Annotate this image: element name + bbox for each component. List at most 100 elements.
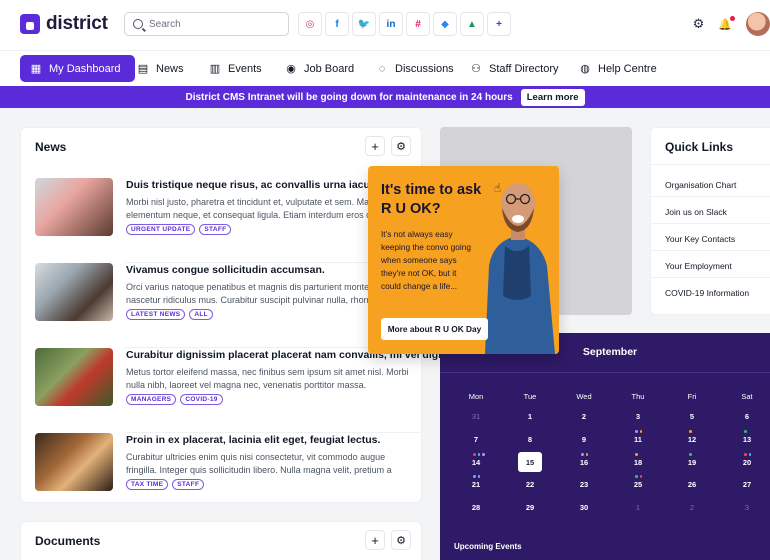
weekday-label: Thu: [631, 392, 645, 401]
calendar-day[interactable]: 21: [456, 480, 496, 489]
calendar-day[interactable]: 3: [727, 503, 767, 512]
more-about-ruok-button[interactable]: More about R U OK Day: [381, 318, 488, 340]
nav-help-centre[interactable]: ◍ Help Centre: [579, 55, 657, 82]
calendar-day[interactable]: 5: [672, 412, 712, 421]
nav-label: My Dashboard: [49, 62, 121, 75]
calendar-day[interactable]: 27: [727, 480, 767, 489]
nav-label: News: [156, 62, 184, 75]
calendar-day[interactable]: 13: [727, 435, 767, 444]
news-tag[interactable]: URGENT UPDATE: [126, 224, 196, 235]
calendar-day[interactable]: 18: [618, 458, 658, 467]
calendar-day[interactable]: 28: [456, 503, 496, 512]
weekday-label: Tue: [523, 392, 537, 401]
nav-my-dashboard[interactable]: ▦ My Dashboard: [20, 55, 135, 82]
search-input[interactable]: Search: [124, 12, 289, 36]
news-tag[interactable]: COVID-19: [180, 394, 223, 405]
add-news-button[interactable]: +: [365, 136, 385, 156]
calendar-day[interactable]: 22: [510, 480, 550, 489]
linkedin-icon[interactable]: in: [379, 12, 403, 36]
nav-job-board[interactable]: ◉ Job Board: [285, 55, 354, 82]
nav-label: Staff Directory: [489, 62, 559, 75]
news-thumbnail: [35, 348, 113, 406]
twitter-icon[interactable]: 🐦: [352, 12, 376, 36]
calendar-day[interactable]: 11: [618, 435, 658, 444]
calendar-day[interactable]: 20: [727, 458, 767, 467]
add-document-button[interactable]: +: [365, 530, 385, 550]
news-tag[interactable]: TAX TIME: [126, 479, 169, 490]
calendar-day[interactable]: 2: [564, 412, 604, 421]
add-app-icon[interactable]: +: [487, 12, 511, 36]
calendar-day[interactable]: 23: [564, 480, 604, 489]
calendar-day[interactable]: 19: [672, 458, 712, 467]
google-drive-icon[interactable]: ▲: [460, 12, 484, 36]
facebook-icon[interactable]: f: [325, 12, 349, 36]
calendar-day[interactable]: 29: [510, 503, 550, 512]
news-settings-button[interactable]: ⚙: [391, 136, 411, 156]
nav-news[interactable]: ▤ News: [137, 55, 184, 82]
plus-icon: +: [371, 532, 379, 548]
calendar-day[interactable]: 30: [564, 503, 604, 512]
quick-link[interactable]: Your Employment: [651, 251, 770, 278]
calendar-day[interactable]: 8: [510, 435, 550, 444]
quick-link[interactable]: Your Key Contacts: [651, 224, 770, 251]
ruok-popup: It's time to ask R U OK? It's not always…: [368, 166, 559, 354]
top-right-tools: ⚙ 🔔: [693, 12, 770, 36]
news-item-title[interactable]: Duis tristique neque risus, ac convallis…: [126, 179, 394, 191]
calendar-day[interactable]: 15: [510, 458, 550, 467]
quick-link-label: Organisation Chart: [665, 180, 737, 190]
weekday-label: Mon: [468, 392, 484, 401]
news-tag[interactable]: STAFF: [172, 479, 205, 490]
quick-link[interactable]: Join us on Slack: [651, 197, 770, 224]
nav-discussions[interactable]: ◌ Discussions: [376, 55, 454, 82]
logo[interactable]: district: [20, 13, 108, 35]
documents-settings-button[interactable]: ⚙: [391, 530, 411, 550]
news-tag[interactable]: STAFF: [199, 224, 232, 235]
news-tag[interactable]: ALL: [189, 309, 213, 320]
calendar-day[interactable]: 16: [564, 458, 604, 467]
news-tag[interactable]: MANAGERS: [126, 394, 177, 405]
calendar-day[interactable]: 1: [618, 503, 658, 512]
instagram-icon[interactable]: ◎: [298, 12, 322, 36]
news-item-title[interactable]: Vivamus congue sollicitudin accumsan.: [126, 264, 325, 276]
settings-gear-icon[interactable]: ⚙: [693, 16, 705, 32]
calendar-day[interactable]: 12: [672, 435, 712, 444]
news-thumbnail: [35, 263, 113, 321]
nav-label: Job Board: [304, 62, 355, 75]
calendar-day[interactable]: 3: [618, 412, 658, 421]
newspaper-icon: ▤: [137, 63, 149, 75]
calendar-day[interactable]: 9: [564, 435, 604, 444]
search-icon: [133, 19, 143, 29]
calendar-day[interactable]: 14: [456, 458, 496, 467]
calendar-day[interactable]: 25: [618, 480, 658, 489]
news-item[interactable]: Duis tristique neque risus, ac convallis…: [35, 178, 423, 263]
news-item[interactable]: Vivamus congue sollicitudin accumsan. Or…: [35, 263, 423, 348]
notification-bell-icon[interactable]: 🔔: [718, 15, 735, 31]
quick-link[interactable]: Organisation Chart: [651, 170, 770, 197]
calendar-day[interactable]: 2: [672, 503, 712, 512]
news-item-title[interactable]: Proin in ex placerat, lacinia elit eget,…: [126, 434, 380, 446]
quick-link-label: Your Employment: [665, 261, 732, 271]
calendar-day[interactable]: 1: [510, 412, 550, 421]
popup-title: It's time to ask R U OK?: [381, 182, 482, 217]
calendar-day[interactable]: 7: [456, 435, 496, 444]
avatar[interactable]: [746, 12, 770, 36]
calendar-day[interactable]: 26: [672, 480, 712, 489]
learn-more-button[interactable]: Learn more: [520, 88, 585, 106]
calendar-day[interactable]: 31: [456, 412, 496, 421]
top-bar: district Search ◎ f 🐦 in # ◆ ▲ + ⚙ 🔔: [0, 0, 770, 50]
news-card-title: News: [35, 140, 67, 154]
news-tag[interactable]: LATEST NEWS: [126, 309, 186, 320]
nav-events[interactable]: ▥ Events: [209, 55, 262, 82]
main-nav: ▦ My Dashboard ▤ News ▥ Events ◉ Job Boa…: [0, 50, 770, 86]
slack-icon[interactable]: #: [406, 12, 430, 36]
quick-link[interactable]: COVID-19 Information: [651, 278, 770, 305]
calendar-day[interactable]: 6: [727, 412, 767, 421]
news-item[interactable]: Proin in ex placerat, lacinia elit eget,…: [35, 433, 409, 518]
gear-icon: ⚙: [396, 534, 406, 547]
nav-staff-directory[interactable]: ⚇ Staff Directory: [470, 55, 559, 82]
event-dots: [473, 453, 485, 456]
event-dots: [744, 453, 751, 456]
news-item-desc: Curabitur ultricies enim quis nisi conse…: [126, 452, 392, 475]
jira-icon[interactable]: ◆: [433, 12, 457, 36]
news-item[interactable]: Curabitur dignissim placerat placerat na…: [35, 348, 474, 433]
